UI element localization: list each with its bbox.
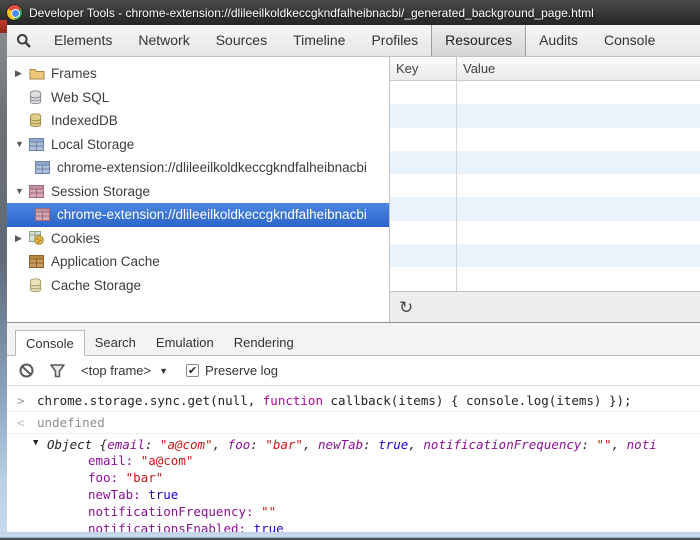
drawer-tab-emulation[interactable]: Emulation bbox=[146, 330, 224, 356]
database-gold-icon bbox=[29, 113, 46, 128]
tree-item-application-cache[interactable]: Application Cache bbox=[7, 250, 389, 274]
tab-resources[interactable]: Resources bbox=[431, 25, 526, 56]
drawer-tabbar: Console Search Emulation Rendering bbox=[7, 323, 700, 356]
console-toolbar: <top frame> ▼ ✔ Preserve log bbox=[7, 356, 700, 386]
storage-items-view: Key Value ↻ bbox=[390, 57, 700, 322]
filter-button[interactable] bbox=[50, 364, 65, 378]
object-property[interactable]: newTab: true bbox=[47, 486, 700, 503]
database-pale-icon bbox=[29, 278, 46, 293]
tab-profiles[interactable]: Profiles bbox=[358, 25, 431, 56]
table-blue-icon bbox=[35, 161, 52, 174]
refresh-icon[interactable]: ↻ bbox=[399, 299, 413, 316]
devtools-tabbar: Elements Network Sources Timeline Profil… bbox=[7, 25, 700, 57]
tree-item-label: Session Storage bbox=[51, 184, 150, 199]
grid-row[interactable] bbox=[390, 81, 700, 104]
table-blue-icon bbox=[29, 138, 46, 151]
drawer-tab-console[interactable]: Console bbox=[15, 330, 85, 356]
tree-item-session-storage[interactable]: ▼ Session Storage bbox=[7, 180, 389, 204]
table-pink-icon bbox=[35, 208, 52, 221]
resources-panel: ▶ Frames Web SQL bbox=[7, 57, 700, 322]
grid-row[interactable] bbox=[390, 104, 700, 127]
tree-item-indexeddb[interactable]: IndexedDB bbox=[7, 109, 389, 133]
window-border-bottom bbox=[0, 532, 700, 540]
tree-item-label: Local Storage bbox=[51, 137, 134, 152]
tab-timeline[interactable]: Timeline bbox=[280, 25, 358, 56]
tree-item-web-sql[interactable]: Web SQL bbox=[7, 86, 389, 110]
tree-item-label: chrome-extension://dlileeilkoldkeccgkndf… bbox=[57, 160, 367, 175]
tree-item-cache-storage[interactable]: Cache Storage bbox=[7, 274, 389, 298]
tree-item-label: Frames bbox=[51, 66, 97, 81]
object-property[interactable]: notificationFrequency: "" bbox=[47, 503, 700, 520]
tab-audits[interactable]: Audits bbox=[526, 25, 591, 56]
console-log: >chrome.storage.sync.get(null, function … bbox=[7, 386, 700, 532]
object-property[interactable]: email: "a@com" bbox=[47, 452, 700, 469]
grid-row[interactable] bbox=[390, 221, 700, 244]
tree-item-label: Application Cache bbox=[51, 254, 160, 269]
tree-item-label: Cache Storage bbox=[51, 278, 141, 293]
return-icon: < bbox=[17, 415, 25, 430]
grid-row[interactable] bbox=[390, 128, 700, 151]
tree-item-session-storage-origin[interactable]: chrome-extension://dlileeilkoldkeccgkndf… bbox=[7, 203, 389, 227]
grid-row[interactable] bbox=[390, 244, 700, 267]
console-result: <undefined bbox=[7, 411, 700, 433]
tab-console[interactable]: Console bbox=[591, 25, 668, 56]
database-icon bbox=[29, 90, 46, 105]
clear-console-button[interactable] bbox=[19, 363, 34, 378]
prompt-icon: > bbox=[17, 393, 25, 408]
object-preview[interactable]: Object {email: "a@com", foo: "bar", newT… bbox=[47, 437, 657, 452]
chevron-down-icon[interactable]: ▼ bbox=[15, 186, 29, 196]
search-button[interactable] bbox=[7, 33, 41, 49]
tab-elements[interactable]: Elements bbox=[41, 25, 125, 56]
table-pink-icon bbox=[29, 185, 46, 198]
window-title: Developer Tools - chrome-extension://dli… bbox=[29, 6, 594, 20]
console-object-log: ▼ Object {email: "a@com", foo: "bar", new… bbox=[7, 433, 700, 532]
console-drawer: Console Search Emulation Rendering bbox=[7, 322, 700, 532]
grid-rows bbox=[390, 81, 700, 291]
window-border-left bbox=[0, 25, 7, 540]
ban-icon bbox=[19, 363, 34, 378]
grid-header: Key Value bbox=[390, 57, 700, 81]
table-orange-icon bbox=[29, 255, 46, 268]
object-property[interactable]: notificationsEnabled: true bbox=[47, 520, 700, 532]
funnel-icon bbox=[50, 364, 65, 378]
drawer-tab-rendering[interactable]: Rendering bbox=[224, 330, 304, 356]
tree-item-cookies[interactable]: ▶ Cookies bbox=[7, 227, 389, 251]
cookie-icon bbox=[29, 231, 46, 245]
tree-item-label: Web SQL bbox=[51, 90, 109, 105]
storage-tree: ▶ Frames Web SQL bbox=[7, 57, 390, 322]
tab-network[interactable]: Network bbox=[125, 25, 202, 56]
column-header-value[interactable]: Value bbox=[457, 61, 700, 76]
folder-icon bbox=[29, 67, 46, 80]
tree-item-local-storage-origin[interactable]: chrome-extension://dlileeilkoldkeccgkndf… bbox=[7, 156, 389, 180]
tree-item-frames[interactable]: ▶ Frames bbox=[7, 62, 389, 86]
tree-item-local-storage[interactable]: ▼ Local Storage bbox=[7, 133, 389, 157]
chrome-logo-icon bbox=[7, 5, 22, 20]
object-property[interactable]: foo: "bar" bbox=[47, 469, 700, 486]
tab-sources[interactable]: Sources bbox=[203, 25, 280, 56]
drawer-tab-search[interactable]: Search bbox=[85, 330, 146, 356]
tree-item-label: IndexedDB bbox=[51, 113, 118, 128]
chevron-down-icon[interactable]: ▼ bbox=[159, 366, 168, 376]
grid-row[interactable] bbox=[390, 197, 700, 220]
column-header-key[interactable]: Key bbox=[390, 57, 457, 80]
grid-footer-toolbar: ↻ bbox=[390, 291, 700, 322]
console-command: >chrome.storage.sync.get(null, function … bbox=[7, 390, 700, 411]
devtools-window: Developer Tools - chrome-extension://dli… bbox=[0, 0, 700, 540]
search-icon bbox=[16, 33, 32, 49]
preserve-log-checkbox[interactable]: ✔ bbox=[186, 364, 199, 377]
grid-row[interactable] bbox=[390, 174, 700, 197]
chevron-down-icon[interactable]: ▼ bbox=[15, 139, 29, 149]
chevron-right-icon[interactable]: ▶ bbox=[15, 233, 29, 244]
window-frame-accent bbox=[0, 20, 7, 33]
grid-row[interactable] bbox=[390, 151, 700, 174]
titlebar: Developer Tools - chrome-extension://dli… bbox=[0, 0, 700, 25]
disclosure-triangle-icon[interactable]: ▼ bbox=[33, 438, 38, 448]
chevron-right-icon[interactable]: ▶ bbox=[15, 68, 29, 79]
tree-item-label: Cookies bbox=[51, 231, 100, 246]
preserve-log-label[interactable]: Preserve log bbox=[205, 363, 278, 378]
execution-context-selector[interactable]: <top frame> bbox=[81, 363, 151, 378]
tree-item-label: chrome-extension://dlileeilkoldkeccgkndf… bbox=[57, 207, 367, 222]
grid-row[interactable] bbox=[390, 267, 700, 290]
